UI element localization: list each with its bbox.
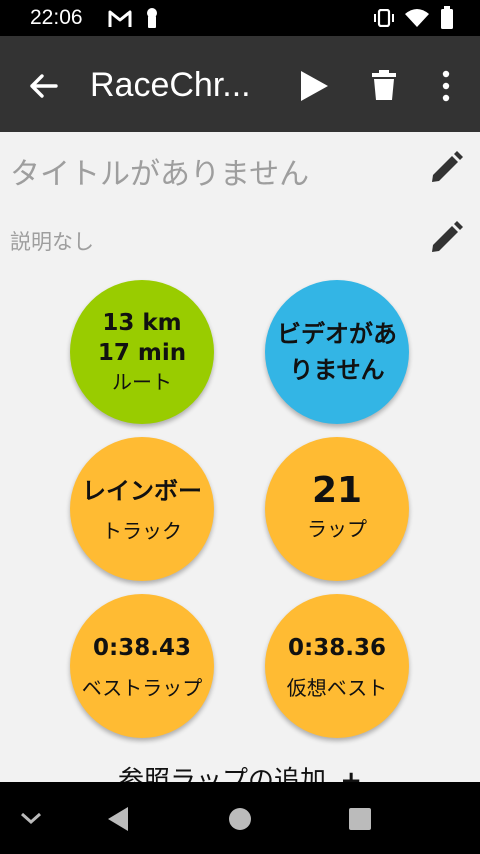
plus-icon: +	[340, 766, 363, 782]
best-lap-tile[interactable]: 0:38.43 ベストラップ	[70, 594, 214, 738]
system-nav-bar	[0, 782, 480, 854]
route-distance: 13 km	[102, 310, 182, 336]
edit-description-pencil-icon[interactable]	[428, 220, 464, 256]
home-circle-icon[interactable]	[228, 807, 252, 831]
rainbow-track-tile[interactable]: レインボー トラック	[70, 437, 214, 581]
best-lap-time: 0:38.43	[93, 635, 191, 661]
virtual-best-time: 0:38.36	[288, 635, 386, 661]
app-bar: RaceChr...	[0, 36, 480, 132]
laps-count: 21	[311, 470, 363, 511]
laps-tile[interactable]: 21 ラップ	[265, 437, 409, 581]
recents-square-icon[interactable]	[348, 807, 372, 831]
key-icon	[147, 8, 157, 28]
battery-icon	[441, 6, 453, 29]
edit-title-pencil-icon[interactable]	[428, 150, 464, 186]
route-duration: 17 min	[97, 340, 187, 366]
video-tile[interactable]: ビデオがあ りません	[265, 280, 409, 424]
app-title: RaceChr...	[90, 66, 251, 104]
wifi-icon	[405, 9, 429, 27]
status-bar: 22:06	[0, 0, 480, 36]
virtual-best-tile[interactable]: 0:38.36 仮想ベスト	[265, 594, 409, 738]
chevron-down-icon[interactable]	[20, 810, 42, 826]
virtual-best-label: 仮想ベスト	[286, 676, 388, 700]
laps-label: ラップ	[307, 517, 367, 541]
back-arrow-icon[interactable]	[24, 66, 64, 106]
route-tile[interactable]: 13 km 17 min ルート	[70, 280, 214, 424]
back-triangle-icon[interactable]	[106, 806, 130, 832]
gmail-icon	[108, 10, 132, 27]
play-icon[interactable]	[294, 66, 334, 106]
more-vert-icon[interactable]	[426, 66, 466, 106]
add-reference-lap-button[interactable]: 参照ラップの追加 +	[0, 760, 480, 782]
track-label: トラック	[102, 519, 182, 543]
race-description[interactable]: 説明なし	[10, 226, 94, 256]
rainbow-label: レインボー	[82, 477, 202, 505]
route-label: ルート	[112, 370, 172, 394]
race-title[interactable]: タイトルがありません	[10, 149, 309, 193]
race-detail-content: タイトルがありません 説明なし 13 km 17 min ルート ビデオがあ り…	[0, 132, 480, 782]
trash-icon[interactable]	[364, 66, 404, 106]
add-reference-lap-label: 参照ラップの追加	[117, 766, 326, 782]
best-lap-label: ベストラップ	[81, 676, 203, 700]
vibrate-icon	[374, 9, 394, 27]
video-line-1: ビデオがあ	[277, 320, 397, 348]
status-time: 22:06	[30, 6, 83, 29]
video-line-2: りません	[289, 356, 385, 384]
